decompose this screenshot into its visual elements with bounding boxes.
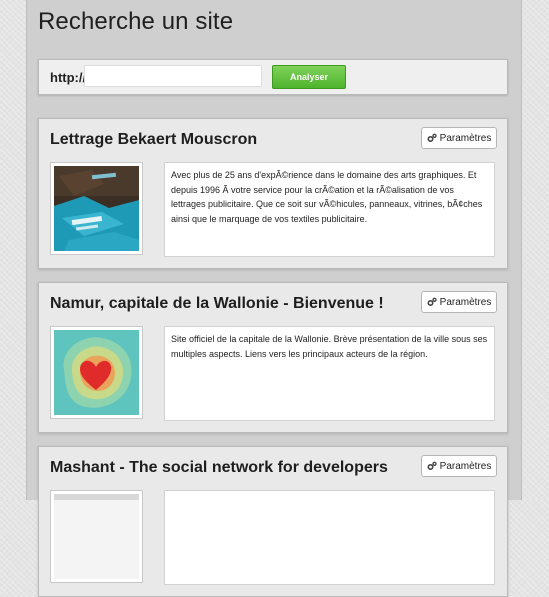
analyze-button[interactable]: Analyser (272, 65, 346, 89)
result-title[interactable]: Namur, capitale de la Wallonie - Bienven… (50, 295, 384, 313)
settings-label: Paramètres (439, 132, 492, 144)
result-title[interactable]: Mashant - The social network for develop… (50, 459, 388, 477)
settings-button[interactable]: Paramètres (421, 291, 497, 313)
result-description (164, 490, 495, 585)
settings-button[interactable]: Paramètres (421, 127, 497, 149)
site-thumbnail[interactable] (50, 490, 143, 583)
url-prefix-label: http:// (50, 70, 87, 85)
gears-icon (427, 133, 437, 143)
site-thumbnail[interactable] (50, 326, 143, 419)
result-description: Site officiel de la capitale de la Wallo… (164, 326, 495, 421)
settings-button[interactable]: Paramètres (421, 455, 497, 477)
settings-label: Paramètres (439, 296, 492, 308)
gears-icon (427, 461, 437, 471)
result-card: Mashant - The social network for develop… (38, 446, 508, 597)
result-card: Namur, capitale de la Wallonie - Bienven… (38, 282, 508, 433)
main-column: Recherche un site http:// Analyser Lettr… (26, 0, 522, 597)
result-title[interactable]: Lettrage Bekaert Mouscron (50, 131, 257, 149)
site-thumbnail[interactable] (50, 162, 143, 255)
gears-icon (427, 297, 437, 307)
heart-thumbnail-image (54, 330, 139, 415)
result-card: Lettrage Bekaert Mouscron Paramètres Ave… (38, 118, 508, 269)
screenshot-thumbnail-image (54, 494, 139, 579)
search-panel: http:// Analyser (38, 59, 508, 95)
settings-label: Paramètres (439, 460, 492, 472)
t-shirts-thumbnail-image (54, 166, 139, 251)
url-input[interactable] (84, 65, 262, 87)
page-title: Recherche un site (38, 8, 234, 35)
result-description: Avec plus de 25 ans d'expÃ©rience dans l… (164, 162, 495, 257)
